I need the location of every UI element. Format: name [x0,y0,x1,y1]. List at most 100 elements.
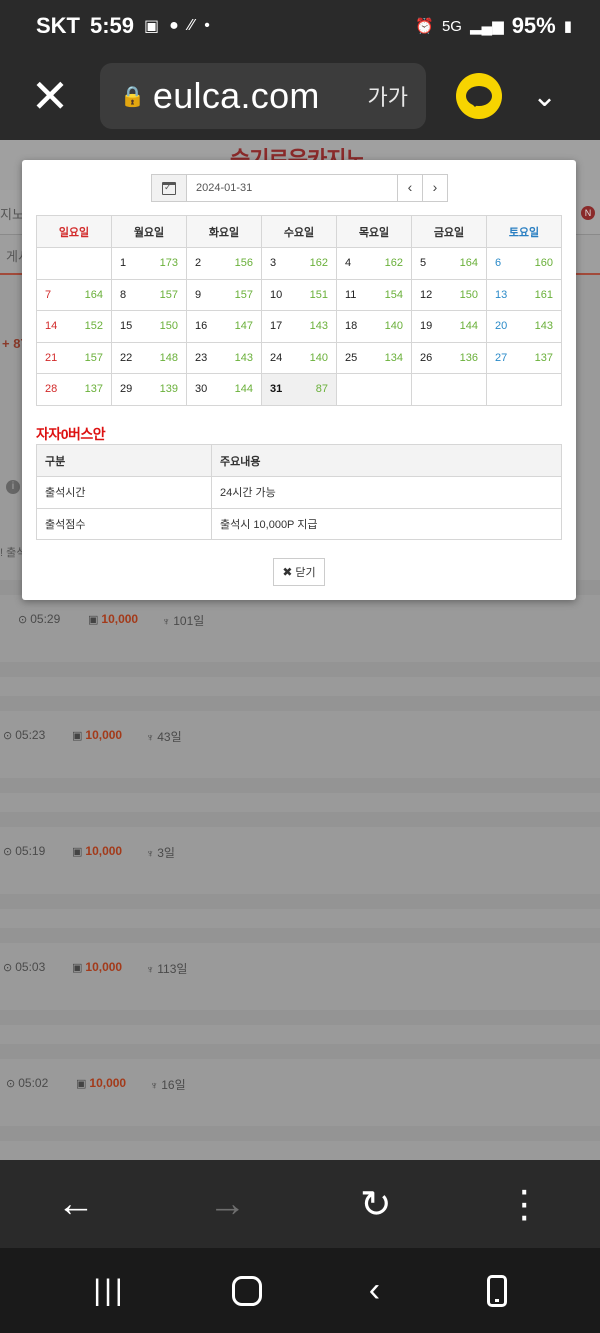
day-number: 5 [420,257,427,270]
day-number: 3 [270,257,277,270]
day-number: 24 [270,351,283,364]
entry-time: 05:02 [18,1076,49,1090]
day-number: 9 [195,288,202,301]
calendar-day-cell: 14 152 [36,310,112,343]
day-number: 16 [195,320,208,333]
day-number: 12 [420,288,433,301]
kakao-button[interactable] [456,73,502,119]
attendance-count: 144 [234,383,253,396]
calendar-day-cell: 19 144 [411,310,487,343]
close-tab-button[interactable]: ✕ [0,52,100,140]
status-bar: SKT 5:59 ▣ ● ⁄⁄ • ⏰ 5G ▂▄▆ 95% ▮ [0,0,600,52]
attendance-count: 87 [315,383,328,396]
info-cell: 24시간 가능 [211,476,562,509]
calendar-week-row: 28 137 29 139 30 144 31 87 [36,373,562,406]
entry-days: 101일 [173,614,205,628]
gift-icon: ▣ [72,730,83,742]
calendar-day-cell: 3 162 [261,247,337,280]
calendar-day-cell: 25 134 [336,341,412,374]
network-type: 5G [441,17,462,35]
gallery-icon: ▣ [144,18,160,35]
entry-time: 05:23 [15,728,46,742]
calendar-day-cell: 13 161 [486,278,562,311]
chevron-right-icon: › [432,179,438,195]
attendance-count: 140 [384,320,403,333]
refresh-icon[interactable]: ↻ [360,1182,392,1227]
attendance-count: 134 [384,351,403,364]
day-number: 1 [120,257,127,270]
day-number: 14 [45,320,58,333]
attendance-entry: ⊙ 05:02 ▣ 10,000 ♆ 16일 [0,1076,600,1096]
entry-days: 43일 [157,730,182,744]
day-number: 19 [420,320,433,333]
chevron-down-icon[interactable]: ⌄ [532,79,557,114]
calendar-empty-cell [411,373,487,406]
calendar-day-cell: 20 143 [486,310,562,343]
trophy-icon: ♆ [146,964,155,976]
talk-icon: ● [169,17,179,34]
more-options-icon[interactable]: ⋮ [505,1182,543,1227]
attendance-count: 157 [159,288,178,301]
calendar-button[interactable] [151,174,187,202]
weekday-header-row: 일요일 월요일 화요일 수요일 목요일 금요일 토요일 [36,215,562,248]
info-cell: 출석점수 [36,507,212,540]
close-icon: ✖ [282,565,293,579]
forward-arrow-icon[interactable]: → [208,1183,246,1226]
attendance-count: 156 [234,257,253,270]
day-number: 31 [270,383,283,396]
calendar-day-cell: 17 143 [261,310,337,343]
day-number: 8 [120,288,127,301]
calendar-day-cell: 9 157 [186,278,262,311]
lock-icon: 🔒 [120,85,145,108]
kakao-chat-icon [466,86,492,107]
clock-icon: ⊙ [6,1078,16,1090]
info-header-row: 구분 주요내용 [36,444,562,477]
calendar-day-cell: 29 139 [111,373,187,406]
back-icon[interactable]: ‹ [369,1271,380,1310]
close-label: 닫기 [295,567,316,579]
attendance-count: 140 [309,351,328,364]
close-modal-button[interactable]: ✖ 닫기 [273,558,325,586]
entry-points: 10,000 [85,844,123,858]
home-icon[interactable] [232,1275,263,1306]
weekday-thu: 목요일 [336,215,412,248]
date-field[interactable]: 2024-01-31 [187,174,398,202]
rotate-icon[interactable] [486,1274,507,1307]
text-size-button[interactable]: 가가 [368,80,408,112]
calendar-day-cell: 18 140 [336,310,412,343]
day-number: 18 [345,320,358,333]
attendance-count: 143 [534,320,553,333]
next-month-button[interactable]: › [423,174,448,202]
entry-time: 05:03 [15,960,46,974]
day-number: 13 [495,288,508,301]
weekday-mon: 월요일 [111,215,187,248]
back-arrow-icon[interactable]: ← [57,1183,95,1226]
browser-toolbar: ✕ 🔒 eulca.com 가가 ⌄ [0,52,600,140]
weekday-sun: 일요일 [36,215,112,248]
attendance-count: 154 [384,288,403,301]
day-number: 2 [195,257,202,270]
entry-points: 10,000 [101,612,139,626]
trophy-icon: ♆ [150,1080,159,1092]
day-number: 26 [420,351,433,364]
calendar-day-cell: 21 157 [36,341,112,374]
calendar-icon [162,181,176,195]
recents-icon[interactable]: ||| [93,1274,125,1308]
address-bar[interactable]: 🔒 eulca.com 가가 [100,63,426,129]
browser-bottom-nav: ← → ↻ ⋮ [0,1160,600,1248]
day-number: 29 [120,383,133,396]
calendar-day-cell: 1 173 [111,247,187,280]
prev-month-button[interactable]: ‹ [398,174,423,202]
attendance-count: 160 [534,257,553,270]
attendance-count: 143 [309,320,328,333]
info-cell: 출석시 10,000P 지급 [211,507,562,540]
day-number: 28 [45,383,58,396]
attendance-count: 137 [534,351,553,364]
attendance-count: 152 [84,320,103,333]
signal-icon: ▂▄▆ [469,18,504,35]
day-number: 20 [495,320,508,333]
attendance-count: 136 [459,351,478,364]
attendance-count: 150 [159,320,178,333]
calendar-table: 일요일 월요일 화요일 수요일 목요일 금요일 토요일 1 173 2 156 3 162… [36,215,562,406]
attendance-count: 157 [84,351,103,364]
